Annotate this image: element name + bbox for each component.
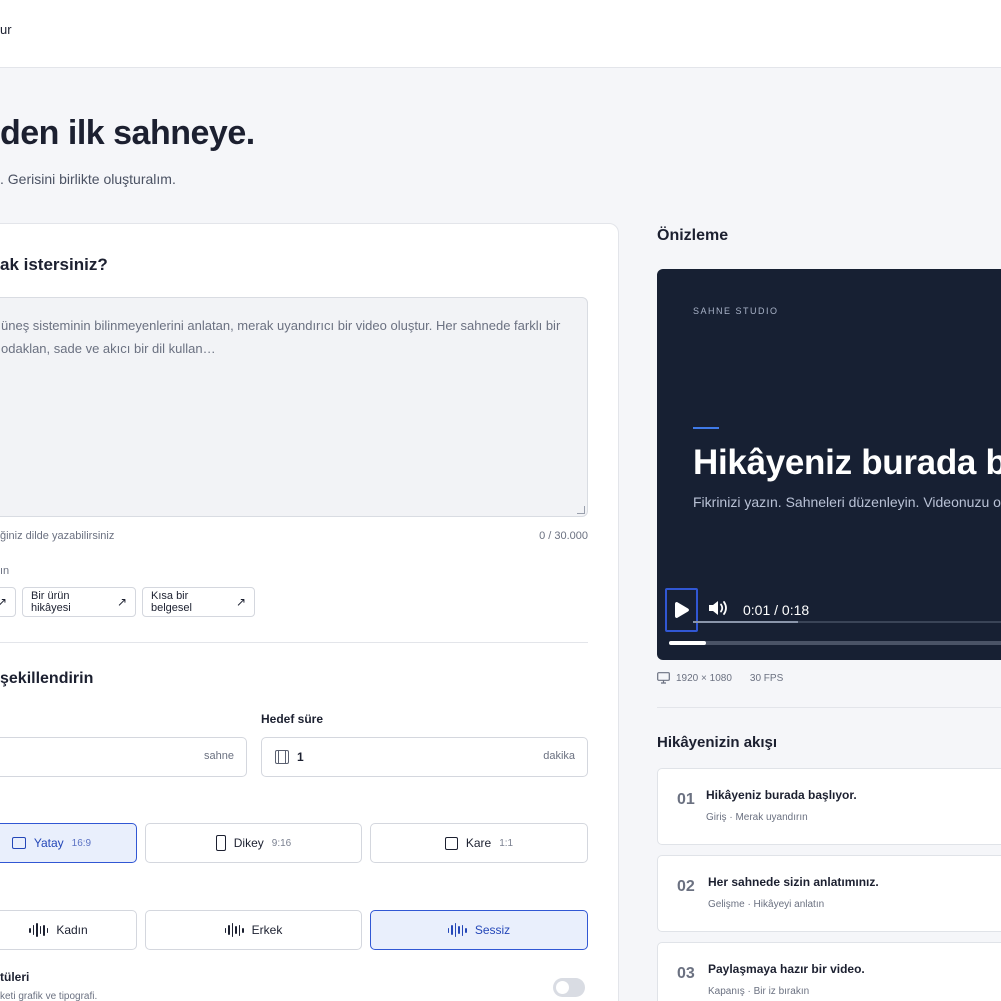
volume-icon[interactable] bbox=[707, 598, 729, 618]
top-bar: ur bbox=[0, 0, 1001, 68]
page-subtitle: . Gerisini birlikte oluşturalım. bbox=[0, 171, 176, 187]
waveform-icon bbox=[29, 923, 49, 937]
page-title: den ilk sahneye. bbox=[0, 114, 255, 152]
flow-item[interactable]: 03 Paylaşmaya hazır bir video. Kapanış ·… bbox=[657, 942, 1001, 1001]
square-icon bbox=[444, 836, 458, 850]
duration-input[interactable]: 1 dakika bbox=[261, 737, 588, 777]
prompt-textarea[interactable]: üneş sisteminin bilinmeyenlerini anlatan… bbox=[0, 297, 588, 517]
landscape-icon bbox=[11, 837, 26, 849]
flow-item-number: 03 bbox=[677, 965, 695, 982]
voice-female[interactable]: Kadın bbox=[0, 910, 137, 950]
flow-item-desc: Giriş · Merak uyandırın bbox=[706, 812, 808, 823]
divider bbox=[657, 707, 1001, 708]
play-button[interactable] bbox=[665, 588, 698, 632]
waveform-icon bbox=[224, 923, 244, 937]
accent-line bbox=[693, 427, 719, 429]
duration-unit: dakika bbox=[543, 750, 575, 762]
example-chip-documentary[interactable]: Kısa bir belgesel ↗ bbox=[142, 587, 255, 617]
duration-value: 1 bbox=[297, 750, 304, 764]
flow-item-number: 01 bbox=[677, 791, 695, 808]
time-display: 0:01 / 0:18 bbox=[743, 602, 810, 618]
orientation-landscape[interactable]: Yatay 16:9 bbox=[0, 823, 137, 863]
resize-handle[interactable] bbox=[577, 506, 585, 514]
char-counter: 0 / 30.000 bbox=[539, 530, 588, 542]
resolution: 1920 × 1080 bbox=[676, 672, 732, 684]
prompt-placeholder: üneş sisteminin bilinmeyenlerini anlatan… bbox=[1, 318, 561, 356]
play-icon bbox=[674, 602, 689, 618]
film-icon bbox=[275, 750, 289, 764]
subtitles-title: tüleri bbox=[0, 970, 30, 984]
preview-heading: Önizleme bbox=[657, 227, 729, 244]
orientation-portrait[interactable]: Dikey 9:16 bbox=[145, 823, 362, 863]
section-title-shape: şekillendirin bbox=[0, 670, 94, 687]
arrow-up-right-icon: ↗ bbox=[116, 595, 127, 609]
flow-item-title: Hikâyeniz burada başlıyor. bbox=[706, 788, 857, 802]
story-flow-heading: Hikâyenizin akışı bbox=[657, 734, 778, 751]
flow-item-desc: Gelişme · Hikâyeyi anlatın bbox=[708, 899, 825, 910]
flow-item-title: Paylaşmaya hazır bir video. bbox=[708, 962, 865, 976]
portrait-icon bbox=[215, 835, 226, 851]
divider bbox=[0, 642, 588, 643]
flow-item-title: Her sahnede sizin anlatımınız. bbox=[708, 875, 879, 889]
fps: 30 FPS bbox=[749, 672, 784, 684]
seek-bar[interactable] bbox=[669, 641, 1001, 645]
monitor-icon bbox=[657, 672, 670, 684]
examples-label: ın bbox=[0, 565, 10, 577]
chip-label: Kısa bir belgesel bbox=[151, 590, 192, 614]
scene-unit: sahne bbox=[204, 750, 234, 762]
example-chip-product-story[interactable]: Bir ürün hikâyesi ↗ bbox=[22, 587, 136, 617]
flow-item-number: 02 bbox=[677, 878, 695, 895]
flow-item[interactable]: 01 Hikâyeniz burada başlıyor. Giriş · Me… bbox=[657, 768, 1001, 845]
subtitles-toggle[interactable] bbox=[553, 978, 585, 997]
flow-item-desc: Kapanış · Bir iz bırakın bbox=[708, 986, 810, 997]
chip-label: Bir ürün hikâyesi bbox=[31, 590, 71, 614]
seek-bar-progress bbox=[669, 641, 706, 645]
flow-item[interactable]: 02 Her sahnede sizin anlatımınız. Gelişm… bbox=[657, 855, 1001, 932]
orientation-square[interactable]: Kare 1:1 bbox=[370, 823, 588, 863]
arrow-up-right-icon: ↗ bbox=[0, 595, 7, 609]
voice-male[interactable]: Erkek bbox=[145, 910, 362, 950]
video-subtitle: Fikrinizi yazın. Sahneleri düzenleyin. V… bbox=[693, 494, 1001, 510]
target-duration-label: Hedef süre bbox=[261, 712, 324, 726]
buffer-fill bbox=[693, 621, 798, 623]
toggle-knob bbox=[556, 981, 569, 994]
video-meta: 1920 × 1080 30 FPS bbox=[657, 672, 783, 684]
scene-count-input[interactable]: sahne bbox=[0, 737, 247, 777]
video-title: Hikâyeniz burada ba bbox=[693, 443, 1001, 482]
language-hint: ğiniz dilde yazabilirsiniz bbox=[0, 530, 115, 542]
video-brand: SAHNE STUDIO bbox=[693, 306, 779, 316]
subtitles-description: keti grafik ve tipografi. bbox=[0, 991, 98, 1001]
arrow-up-right-icon: ↗ bbox=[235, 595, 246, 609]
voice-silent[interactable]: Sessiz bbox=[370, 910, 588, 950]
waveform-icon bbox=[447, 923, 467, 937]
prompt-question: ak istersiniz? bbox=[0, 255, 108, 274]
example-chip[interactable]: ↗ bbox=[0, 587, 16, 617]
top-bar-text[interactable]: ur bbox=[0, 22, 12, 37]
